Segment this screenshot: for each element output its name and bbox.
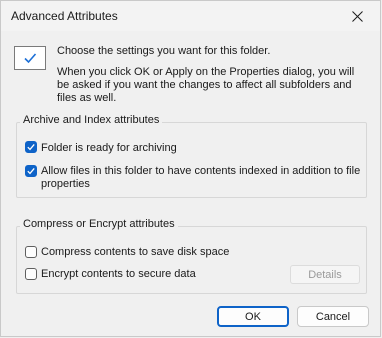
intro-heading: Choose the settings you want for this fo…	[57, 45, 271, 57]
checkmark-icon	[27, 143, 35, 151]
close-button[interactable]	[334, 1, 380, 31]
close-icon	[351, 10, 363, 22]
details-button[interactable]: Details	[290, 265, 360, 284]
indexing-checkbox[interactable]	[25, 165, 37, 177]
compress-checkbox[interactable]	[25, 246, 37, 258]
intro-description: When you click OK or Apply on the Proper…	[57, 66, 355, 104]
cancel-button[interactable]: Cancel	[297, 306, 369, 327]
window-title: Advanced Attributes	[11, 9, 118, 23]
folder-check-icon	[14, 46, 46, 70]
title-bar[interactable]: Advanced Attributes	[1, 1, 380, 31]
archive-index-group-label: Archive and Index attributes	[20, 114, 163, 126]
encrypt-checkbox[interactable]	[25, 268, 37, 280]
indexing-checkbox-label[interactable]: Allow files in this folder to have conte…	[41, 165, 360, 177]
compress-checkbox-label[interactable]: Compress contents to save disk space	[41, 246, 229, 258]
archiving-checkbox-label[interactable]: Folder is ready for archiving	[41, 142, 177, 154]
advanced-attributes-dialog: Advanced Attributes Choose the settings …	[0, 0, 381, 337]
encrypt-checkbox-label[interactable]: Encrypt contents to secure data	[41, 268, 196, 280]
indexing-checkbox-label-cont[interactable]: properties	[41, 178, 90, 190]
checkmark-icon	[27, 167, 35, 175]
ok-button[interactable]: OK	[217, 306, 289, 327]
archiving-checkbox[interactable]	[25, 141, 37, 153]
compress-encrypt-group-label: Compress or Encrypt attributes	[20, 218, 178, 230]
